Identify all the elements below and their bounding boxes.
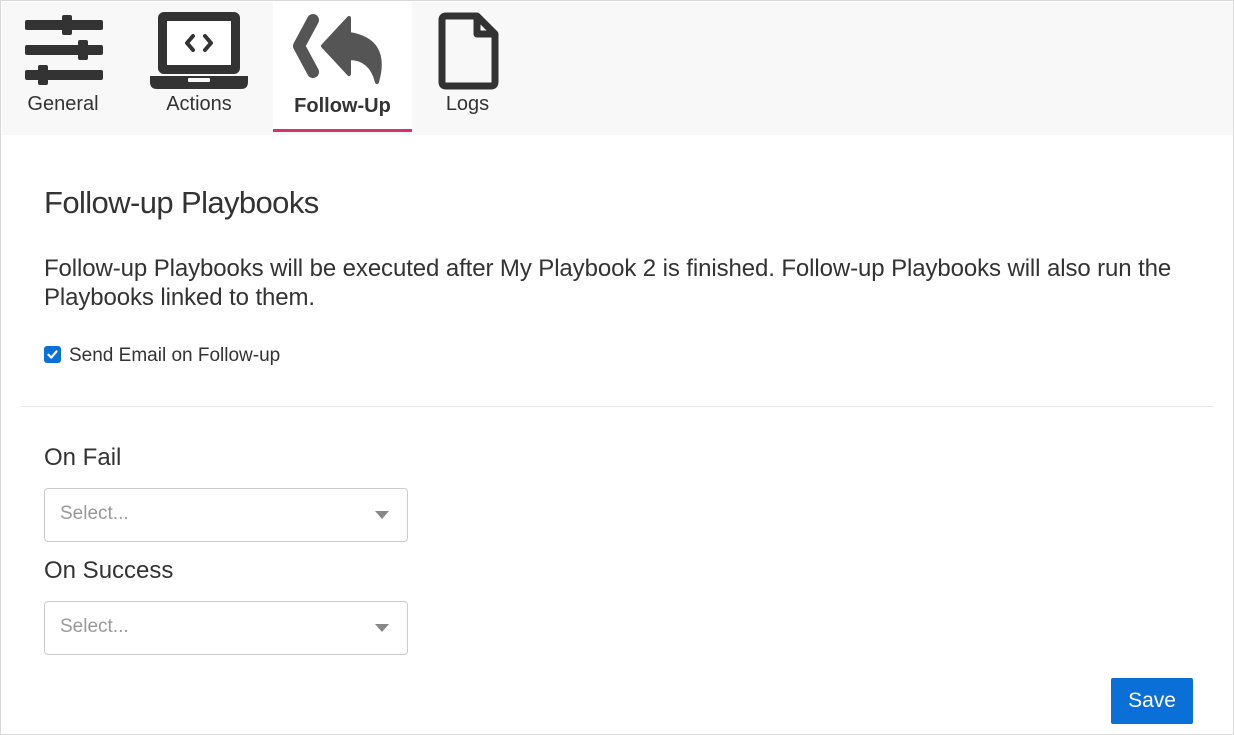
on-fail-placeholder: Select...	[60, 503, 129, 524]
reply-all-icon	[293, 14, 382, 84]
description-text: Follow-up Playbooks will be executed aft…	[44, 255, 1172, 311]
tab-follow-up[interactable]: Follow-Up	[273, 2, 412, 132]
tab-label: Follow-Up	[294, 95, 391, 117]
tab-label: Logs	[445, 93, 490, 115]
divider	[21, 406, 1213, 407]
on-success-select[interactable]: Select...	[44, 601, 408, 655]
save-button[interactable]: Save	[1111, 678, 1193, 724]
checkmark-icon	[47, 349, 58, 359]
tab-bar: General Actions Follow-Up Logs	[2, 2, 1233, 135]
on-success-placeholder: Select...	[60, 616, 129, 637]
tab-general[interactable]: General	[2, 2, 124, 135]
laptop-code-icon	[150, 12, 248, 89]
page-title: Follow-up Playbooks	[44, 185, 319, 220]
on-fail-label: On Fail	[44, 444, 122, 471]
caret-down-icon	[375, 624, 389, 632]
tab-actions[interactable]: Actions	[138, 2, 260, 135]
sliders-icon	[25, 15, 103, 85]
tab-logs[interactable]: Logs	[422, 2, 513, 135]
file-icon	[438, 12, 499, 90]
tab-label: General	[27, 93, 99, 115]
playbook-settings-panel: General Actions Follow-Up Logs Follow-up…	[0, 0, 1234, 735]
on-fail-select[interactable]: Select...	[44, 488, 408, 542]
send-email-option: Send Email on Follow-up	[44, 344, 280, 368]
send-email-label[interactable]: Send Email on Follow-up	[69, 345, 280, 367]
tab-label: Actions	[166, 93, 232, 115]
on-success-label: On Success	[44, 557, 174, 584]
send-email-checkbox[interactable]	[44, 345, 61, 363]
caret-down-icon	[375, 511, 389, 519]
